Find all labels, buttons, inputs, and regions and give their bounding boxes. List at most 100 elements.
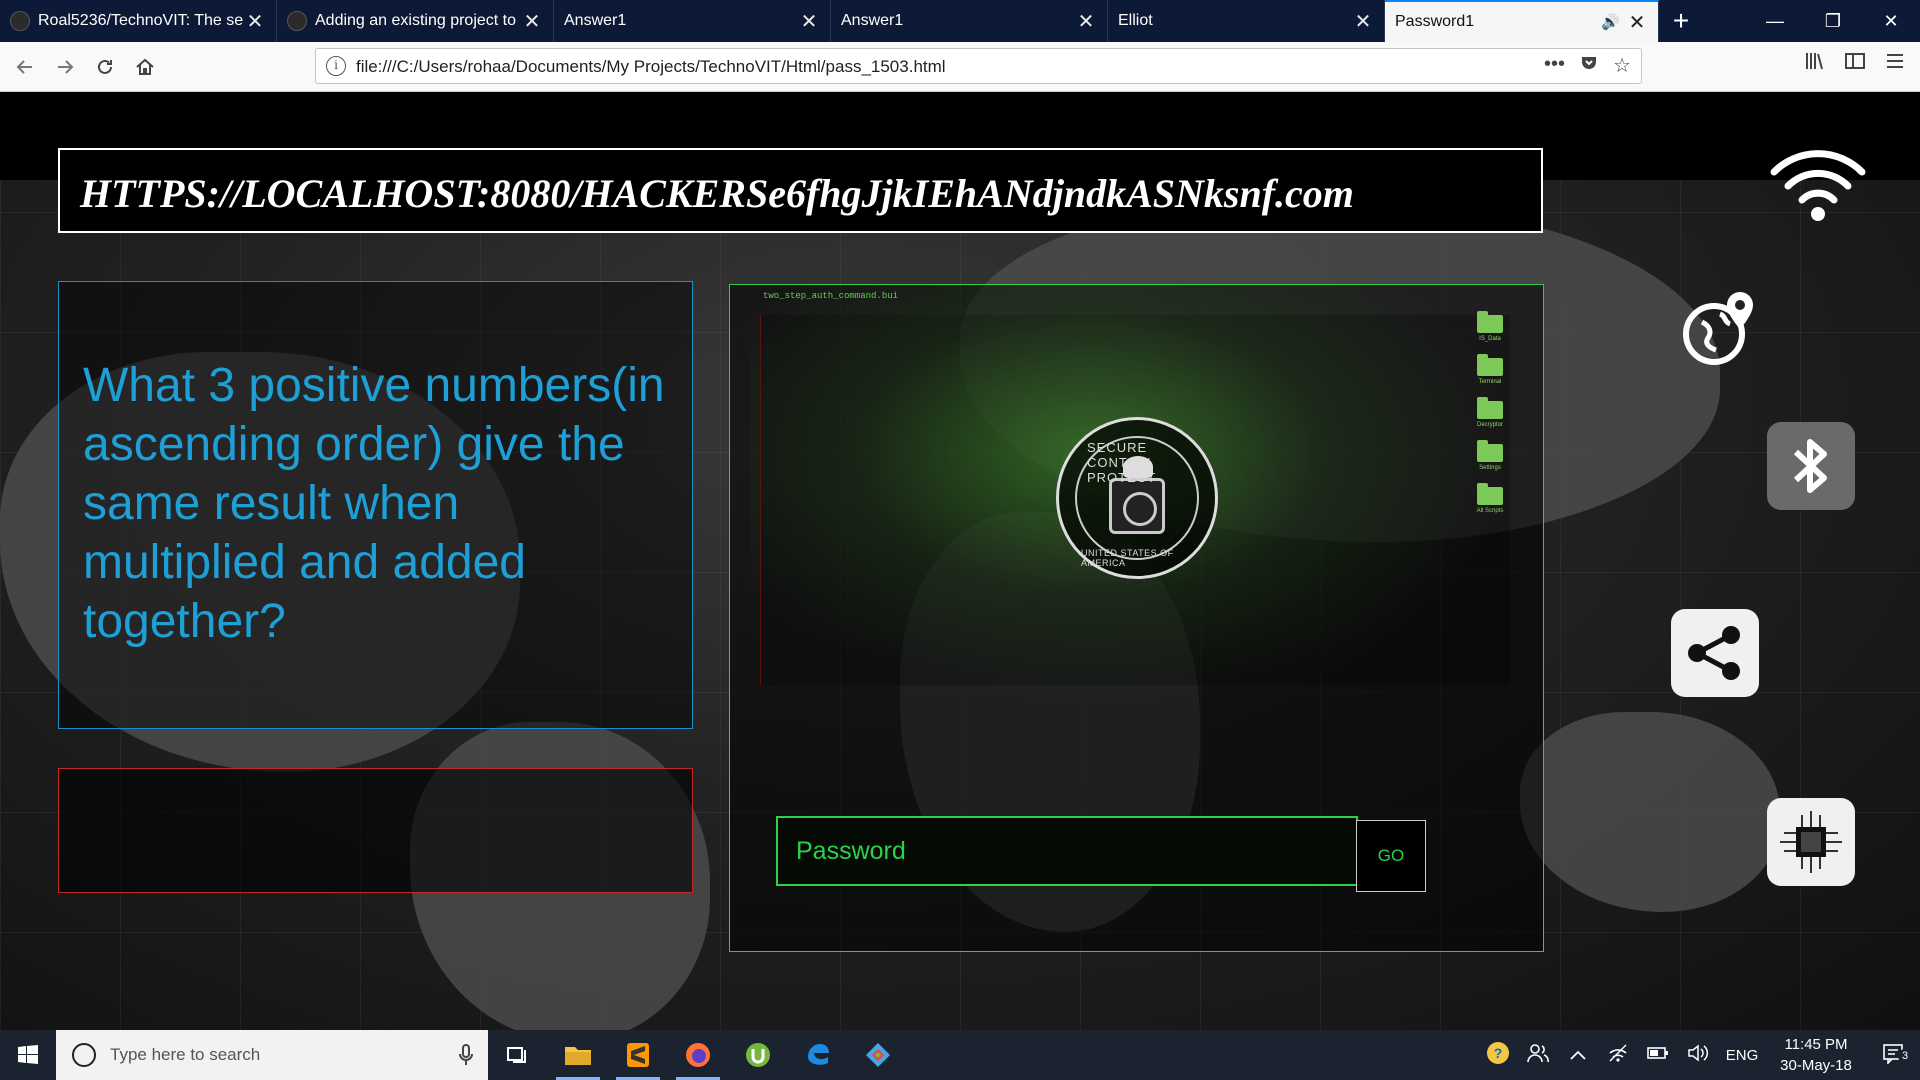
clock-time: 11:45 PM (1784, 1036, 1848, 1053)
chevron-up-icon[interactable] (1558, 1045, 1598, 1066)
task-view-icon[interactable] (488, 1030, 548, 1080)
site-info-icon[interactable]: i (326, 56, 346, 76)
start-button[interactable] (0, 1030, 56, 1080)
question-text: What 3 positive numbers(in ascending ord… (83, 359, 665, 648)
chip-icon[interactable] (1767, 798, 1855, 886)
window-controls: — ❐ ✕ (1746, 0, 1920, 42)
edge-icon[interactable] (788, 1030, 848, 1080)
folder-icon (1477, 440, 1503, 462)
tab-adding-project[interactable]: Adding an existing project to ✕ (277, 0, 554, 42)
folder-list: IS_Data Terminal Decryptor Settings All … (1470, 311, 1510, 530)
language-indicator[interactable]: ENG (1718, 1047, 1766, 1064)
restore-button[interactable]: ❐ (1804, 0, 1862, 42)
volume-icon[interactable] (1678, 1043, 1718, 1068)
library-icon[interactable] (1804, 50, 1826, 72)
home-button[interactable] (128, 50, 162, 84)
wifi-glyph (1770, 150, 1866, 221)
tab-password1[interactable]: Password1 🔊 ✕ (1385, 0, 1659, 42)
navigation-bar: i file:///C:/Users/rohaa/Documents/My Pr… (0, 42, 1920, 92)
folder-all-scripts[interactable]: All Scripts (1470, 483, 1510, 514)
tab-answer1-a[interactable]: Answer1 ✕ (554, 0, 831, 42)
close-tab-icon[interactable]: ✕ (798, 9, 820, 34)
close-window-button[interactable]: ✕ (1862, 0, 1920, 42)
question-panel: What 3 positive numbers(in ascending ord… (58, 281, 693, 729)
share-icon[interactable] (1671, 609, 1759, 697)
new-tab-button[interactable]: + (1659, 0, 1703, 42)
taskbar-search[interactable]: Type here to search (56, 1030, 488, 1080)
close-tab-icon[interactable]: ✕ (1075, 9, 1097, 34)
page-actions-icon[interactable]: ••• (1544, 53, 1565, 78)
close-tab-icon[interactable]: ✕ (1626, 10, 1648, 35)
geo-location-icon[interactable] (1680, 288, 1760, 368)
minimize-button[interactable]: — (1746, 0, 1804, 42)
tab-elliot[interactable]: Elliot ✕ (1108, 0, 1385, 42)
tab-label: Password1 (1395, 13, 1475, 30)
bluetooth-glyph (1793, 439, 1827, 493)
folder-label: Settings (1479, 465, 1501, 471)
scp-seal-logo: SECURE CONTAIN PROTECT UNITED STATES OF … (1056, 417, 1218, 579)
notifications-icon[interactable]: 3 (1866, 1042, 1920, 1069)
folder-decryptor[interactable]: Decryptor (1470, 397, 1510, 428)
folder-label: Terminal (1478, 379, 1502, 385)
sidebar-icon[interactable] (1844, 50, 1866, 72)
tab-label: Answer1 (564, 12, 627, 29)
people-icon[interactable] (1518, 1042, 1558, 1069)
back-button[interactable] (8, 50, 42, 84)
microphone-icon[interactable] (458, 1044, 474, 1066)
speaker-icon[interactable]: 🔊 (1601, 13, 1620, 31)
reload-button[interactable] (88, 50, 122, 84)
github-icon (10, 11, 30, 31)
clock-date: 30-May-18 (1780, 1057, 1852, 1074)
help-icon[interactable]: ? (1478, 1040, 1518, 1071)
close-tab-icon[interactable]: ✕ (244, 9, 266, 34)
folder-icon (1477, 311, 1503, 333)
folder-is-data[interactable]: IS_Data (1470, 311, 1510, 342)
tab-label: Elliot (1118, 12, 1153, 29)
utorrent-icon[interactable] (728, 1030, 788, 1080)
password-input[interactable] (776, 816, 1358, 886)
tab-bar: Roal5236/TechnoVIT: The serie ✕ Adding a… (0, 0, 1920, 42)
globe-pin-glyph (1683, 292, 1753, 365)
go-button[interactable]: GO (1356, 820, 1426, 892)
login-panel: two_step_auth_command.bui IS_Data Termin… (729, 284, 1544, 952)
folder-label: All Scripts (1476, 508, 1504, 514)
home-icon (136, 58, 154, 75)
firefox-icon[interactable] (668, 1030, 728, 1080)
bluetooth-icon[interactable] (1767, 422, 1855, 510)
battery-icon[interactable] (1638, 1044, 1678, 1067)
shield-icon (1109, 478, 1165, 534)
folder-terminal[interactable]: Terminal (1470, 354, 1510, 385)
close-tab-icon[interactable]: ✕ (521, 9, 543, 34)
close-tab-icon[interactable]: ✕ (1352, 9, 1374, 34)
cortana-icon (72, 1043, 96, 1067)
tab-answer1-b[interactable]: Answer1 ✕ (831, 0, 1108, 42)
git-icon[interactable] (848, 1030, 908, 1080)
back-arrow-icon (16, 60, 32, 74)
hacker-url-banner: HTTPS://LOCALHOST:8080/HACKERSe6fhgJjkIE… (58, 148, 1543, 233)
forward-button[interactable] (48, 50, 82, 84)
tab-technovit[interactable]: Roal5236/TechnoVIT: The serie ✕ (0, 0, 277, 42)
folder-label: Decryptor (1476, 422, 1503, 428)
menu-icon[interactable] (1884, 50, 1906, 72)
folder-icon (1477, 483, 1503, 505)
wifi-icon[interactable] (1768, 144, 1868, 224)
pocket-icon[interactable] (1579, 53, 1599, 73)
network-icon[interactable] (1598, 1043, 1638, 1068)
folder-icon (1477, 354, 1503, 376)
taskbar: Type here to search ? ENG 11:45 PM 30-Ma… (0, 1030, 1920, 1080)
address-bar[interactable]: i file:///C:/Users/rohaa/Documents/My Pr… (315, 48, 1642, 84)
tab-label: Roal5236/TechnoVIT: The serie (38, 12, 244, 29)
notification-count: 3 (1898, 1048, 1912, 1063)
tab-label: Answer1 (841, 12, 904, 29)
url-actions: ••• ☆ (1544, 53, 1631, 78)
toolbar-right (1804, 50, 1906, 72)
page-content: HTTPS://LOCALHOST:8080/HACKERSe6fhgJjkIE… (0, 92, 1920, 1030)
folder-settings[interactable]: Settings (1470, 440, 1510, 471)
seal-bottom-text: UNITED STATES OF AMERICA (1081, 548, 1174, 568)
file-explorer-icon[interactable] (548, 1030, 608, 1080)
bookmark-star-icon[interactable]: ☆ (1613, 53, 1631, 78)
url-text[interactable]: file:///C:/Users/rohaa/Documents/My Proj… (356, 57, 946, 77)
sublime-text-icon[interactable] (608, 1030, 668, 1080)
system-tray: ? ENG 11:45 PM 30-May-18 3 (1478, 1030, 1920, 1080)
clock[interactable]: 11:45 PM 30-May-18 (1766, 1034, 1866, 1076)
